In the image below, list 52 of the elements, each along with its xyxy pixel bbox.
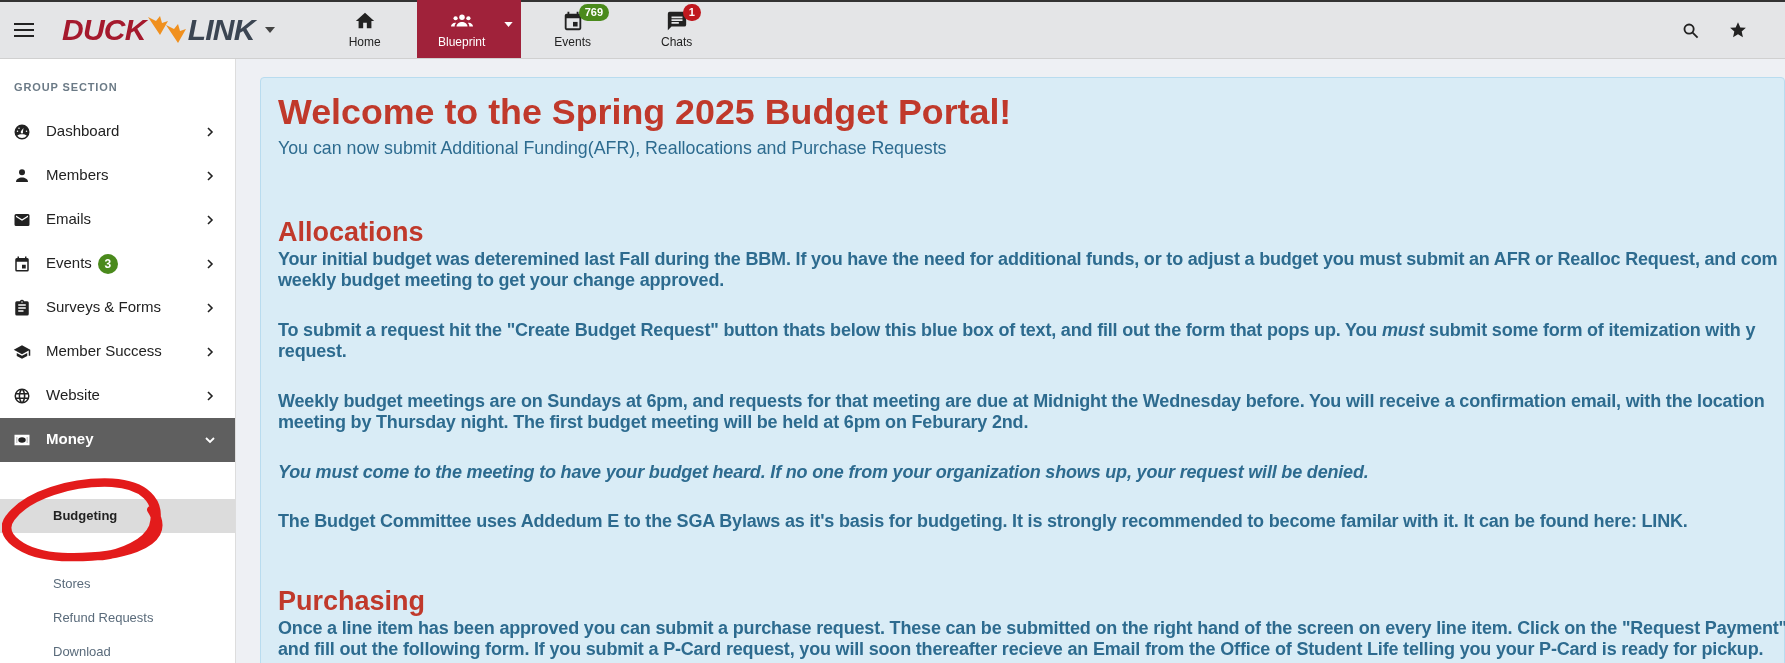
- chevron-right-icon: [205, 346, 215, 357]
- caret-down-icon: [264, 27, 275, 33]
- chevron-right-icon: [205, 302, 215, 313]
- paragraph: Your initial budget was deteremined last Fall during the BBM. If you have the need for additional funds, or to adjust a budget you must submit an AFR or Realloc Request, and com weekly budget meeting to get your change approved.: [278, 248, 1779, 292]
- chevron-right-icon: [205, 390, 215, 401]
- section-heading: GROUP SECTION: [13, 80, 119, 95]
- logo-text: DUCK: [62, 15, 146, 45]
- paragraph: You must come to the meeting to have your budget heard. If no one from your organization shows up, your request will be denied.: [278, 461, 1370, 484]
- sidebar-item[interactable]: Website: [0, 373, 235, 418]
- sidebar-item[interactable]: Money: [0, 417, 235, 462]
- favorites-button[interactable]: [1729, 21, 1747, 39]
- submenu-item[interactable]: Download: [0, 634, 235, 663]
- sidebar-item[interactable]: Emails: [0, 197, 235, 242]
- sidebar-item[interactable]: Member Success: [0, 329, 235, 374]
- chat-icon: [665, 10, 688, 32]
- count-badge: 3: [97, 253, 118, 274]
- submenu-item[interactable]: Refund Requests: [0, 600, 235, 635]
- submenu-item[interactable]: Stores: [0, 566, 235, 601]
- star-icon: [1729, 21, 1747, 39]
- search-button[interactable]: [1682, 21, 1699, 39]
- person-icon: [13, 166, 31, 185]
- sidebar-item[interactable]: Dashboard: [0, 109, 235, 154]
- chevron-right-icon: [205, 126, 215, 137]
- paragraph: Weekly budget meetings are on Sundays at 6pm, and requests for that meeting are due at Midnight the Wednesday before. You will receive a confirmation email, with the location meeting by Thursday night. The first budget meeting will be held at 6pm on Feburary 2nd.: [278, 390, 1766, 434]
- menu-icon: [14, 22, 34, 38]
- gauge-icon: [13, 122, 31, 141]
- paragraph: Once a line item has been approved you can submit a purchase request. These can be submitted on the right hand of the screen on every line item. Click on the "Request Payment" and fill out the following form. If you submit a P-Card request, you will soon thereafter recieve an Email from the Office of Student Life telling you your P-Card is ready for pickup.: [278, 617, 1784, 661]
- section-heading: Allocations: [278, 215, 425, 248]
- paragraph: To submit a request hit the "Create Budget Request" button thats below this blue box of text, and fill out the form that pops up. You must submit some form of itemization with y request.: [278, 319, 1757, 363]
- count-badge: 769: [578, 4, 610, 21]
- nav-tab[interactable]: Blueprint: [416, 0, 521, 58]
- count-badge: 1: [682, 4, 701, 21]
- clipboard-icon: [13, 298, 31, 317]
- search-icon: [1682, 21, 1699, 39]
- calendar-icon: [13, 254, 31, 273]
- section-heading: Purchasing: [278, 584, 427, 617]
- sidebar-item[interactable]: Surveys & Forms: [0, 285, 235, 330]
- chevron-right-icon: [205, 214, 215, 225]
- sidebar-item[interactable]: Members: [0, 153, 235, 198]
- nav-tab[interactable]: Events 769: [520, 0, 625, 58]
- logo-text: LINK: [187, 15, 255, 45]
- nav-tab[interactable]: Chats 1: [624, 0, 729, 58]
- logo-link[interactable]: DUCK LINK: [62, 2, 255, 58]
- page-title: Welcome to the Spring 2025 Budget Portal!: [278, 92, 1013, 132]
- sidebar-item[interactable]: Events 3: [0, 241, 235, 286]
- globe-icon: [13, 386, 31, 405]
- nav-tab[interactable]: Home: [312, 0, 417, 58]
- chevron-right-icon: [205, 170, 215, 181]
- chevron-right-icon: [205, 258, 215, 269]
- chevron-down-icon: [205, 434, 215, 445]
- paragraph: The Budget Committee uses Addedum E to the SGA Bylaws as it's basis for budgeting. It is strongly recommended to become familar with it. It can be found here: LINK.: [278, 511, 1689, 533]
- subtitle: You can now submit Additional Funding(AFR), Reallocations and Purchase Requests: [278, 137, 948, 160]
